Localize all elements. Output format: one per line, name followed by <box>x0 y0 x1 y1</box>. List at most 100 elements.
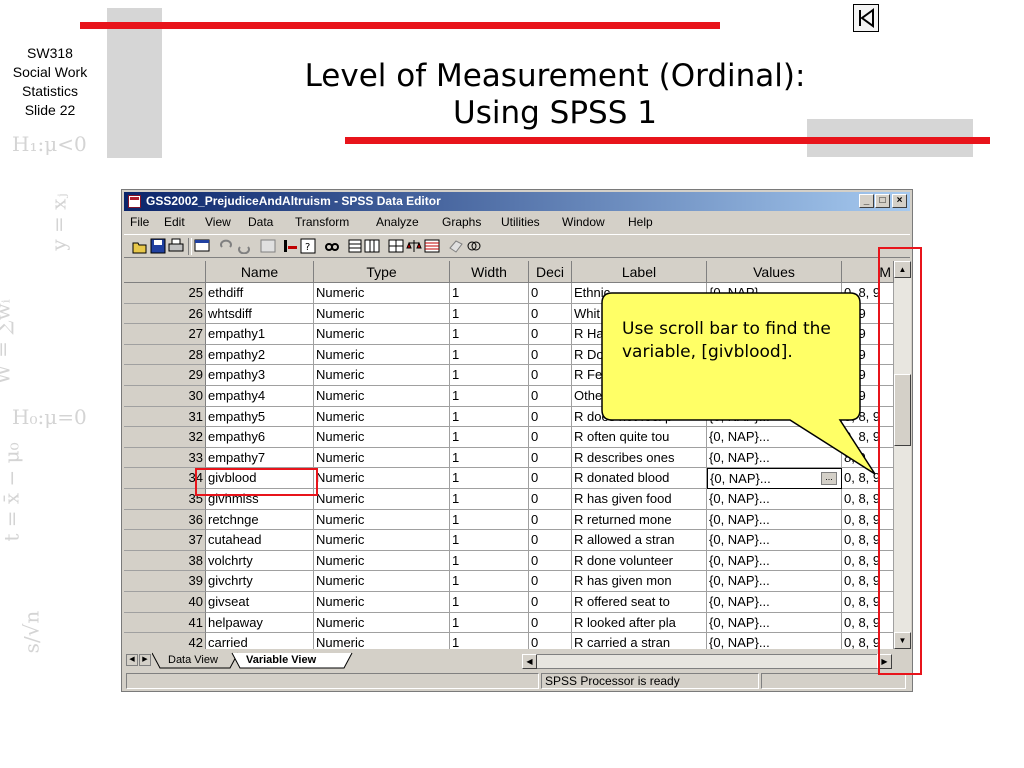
goto-chart-icon[interactable] <box>260 238 276 254</box>
cell-values[interactable] <box>707 365 842 386</box>
cell-name[interactable]: volchrty <box>206 550 314 572</box>
menu-utilities[interactable]: Utilities <box>501 212 540 232</box>
cell-decimals[interactable]: 0 <box>529 283 572 304</box>
tab-prev-button[interactable]: ◀ <box>126 654 138 666</box>
dialog-recall-icon[interactable] <box>194 238 210 254</box>
tab-data-view[interactable]: Data View <box>168 653 218 668</box>
menu-data[interactable]: Data <box>248 212 273 232</box>
cell-values[interactable]: {0, NAP}... <box>707 550 842 572</box>
cell-name[interactable]: carried <box>206 633 314 649</box>
row-number[interactable]: 33 <box>124 447 206 469</box>
cell-values[interactable]: {0, NAP}... <box>707 283 842 304</box>
cell-decimals[interactable]: 0 <box>529 447 572 469</box>
maximize-button[interactable]: □ <box>875 194 890 208</box>
save-icon[interactable] <box>150 238 166 254</box>
menu-window[interactable]: Window <box>562 212 605 232</box>
cell-values[interactable]: {0, NAP}... <box>707 592 842 613</box>
cell-decimals[interactable]: 0 <box>529 365 572 386</box>
cell-width[interactable]: 1 <box>450 509 529 531</box>
cell-name[interactable]: empathy7 <box>206 447 314 469</box>
cell-label[interactable]: R allowed a stran <box>572 530 707 551</box>
cell-width[interactable]: 1 <box>450 530 529 551</box>
cell-values[interactable]: {0, NAP}... <box>707 447 842 469</box>
cell-label[interactable]: R offered seat to <box>572 592 707 613</box>
column-header-name[interactable]: Name <box>206 261 314 283</box>
cell-type[interactable]: Numeric <box>314 612 450 634</box>
cell-name[interactable]: givchrty <box>206 571 314 592</box>
cell-decimals[interactable]: 0 <box>529 571 572 592</box>
cell-name[interactable]: empathy4 <box>206 386 314 407</box>
cell-name[interactable]: empathy1 <box>206 324 314 345</box>
cell-type[interactable]: Numeric <box>314 427 450 448</box>
select-cases-icon[interactable] <box>424 238 440 254</box>
cell-decimals[interactable]: 0 <box>529 530 572 551</box>
goto-case-icon[interactable] <box>282 238 298 254</box>
cell-type[interactable]: Numeric <box>314 365 450 386</box>
row-number[interactable]: 25 <box>124 283 206 304</box>
cell-width[interactable]: 1 <box>450 468 529 489</box>
cell-label[interactable]: R looked after pla <box>572 612 707 634</box>
cell-type[interactable]: Numeric <box>314 592 450 613</box>
row-number[interactable]: 39 <box>124 571 206 592</box>
cell-name[interactable]: cutahead <box>206 530 314 551</box>
cell-width[interactable]: 1 <box>450 303 529 325</box>
cell-values[interactable]: {0, NAP}... <box>707 633 842 649</box>
insert-variable-icon[interactable] <box>364 238 380 254</box>
cell-decimals[interactable]: 0 <box>529 303 572 325</box>
cell-name[interactable]: empathy5 <box>206 406 314 428</box>
window-titlebar[interactable]: GSS2002_PrejudiceAndAltruism - SPSS Data… <box>124 192 910 211</box>
cell-values[interactable]: {0, NAP}... <box>707 427 842 448</box>
cell-label[interactable]: R has given mon <box>572 571 707 592</box>
cell-label[interactable]: R Fe <box>572 365 707 386</box>
tab-next-button[interactable]: ▶ <box>139 654 151 666</box>
cell-values[interactable]: {0, NAP}...... <box>707 468 842 489</box>
cell-width[interactable]: 1 <box>450 283 529 304</box>
cell-label[interactable]: Othe <box>572 386 707 407</box>
cell-name[interactable]: helpaway <box>206 612 314 634</box>
row-number[interactable]: 34 <box>124 468 206 489</box>
row-number[interactable]: 30 <box>124 386 206 407</box>
menu-help[interactable]: Help <box>628 212 653 232</box>
cell-name[interactable]: retchnge <box>206 509 314 531</box>
cell-label[interactable]: Ethnic <box>572 283 707 304</box>
cell-decimals[interactable]: 0 <box>529 344 572 366</box>
cell-type[interactable]: Numeric <box>314 303 450 325</box>
cell-name[interactable]: empathy6 <box>206 427 314 448</box>
row-number[interactable]: 42 <box>124 633 206 649</box>
cell-label[interactable]: R often quite tou <box>572 427 707 448</box>
cell-values[interactable] <box>707 386 842 407</box>
row-number[interactable]: 40 <box>124 592 206 613</box>
column-header-width[interactable]: Width <box>450 261 529 283</box>
split-file-icon[interactable] <box>388 238 404 254</box>
cell-decimals[interactable]: 0 <box>529 633 572 649</box>
cell-width[interactable]: 1 <box>450 344 529 366</box>
cell-decimals[interactable]: 0 <box>529 386 572 407</box>
cell-decimals[interactable]: 0 <box>529 489 572 510</box>
column-header-values[interactable]: Values <box>707 261 842 283</box>
cell-values[interactable]: {0, NAP}... <box>707 530 842 551</box>
cell-width[interactable]: 1 <box>450 612 529 634</box>
row-header-corner[interactable] <box>124 261 206 283</box>
row-number[interactable]: 32 <box>124 427 206 448</box>
cell-decimals[interactable]: 0 <box>529 612 572 634</box>
scroll-left-button[interactable]: ◀ <box>522 654 537 669</box>
cell-type[interactable]: Numeric <box>314 468 450 489</box>
menu-graphs[interactable]: Graphs <box>442 212 481 232</box>
cell-type[interactable]: Numeric <box>314 571 450 592</box>
cell-width[interactable]: 1 <box>450 427 529 448</box>
row-number[interactable]: 37 <box>124 530 206 551</box>
row-number[interactable]: 31 <box>124 406 206 428</box>
print-icon[interactable] <box>168 238 184 254</box>
cell-type[interactable]: Numeric <box>314 283 450 304</box>
menu-edit[interactable]: Edit <box>164 212 185 232</box>
values-edit-button[interactable]: ... <box>821 472 837 486</box>
row-number[interactable]: 36 <box>124 509 206 531</box>
cell-name[interactable]: ethdiff <box>206 283 314 304</box>
cell-values[interactable]: {0, NAP}... <box>707 571 842 592</box>
cell-type[interactable]: Numeric <box>314 406 450 428</box>
find-icon[interactable] <box>324 238 340 254</box>
variables-icon[interactable]: ? <box>300 238 316 254</box>
column-header-label[interactable]: Label <box>572 261 707 283</box>
cell-values[interactable]: {0, NAP}... <box>707 612 842 634</box>
cell-type[interactable]: Numeric <box>314 386 450 407</box>
